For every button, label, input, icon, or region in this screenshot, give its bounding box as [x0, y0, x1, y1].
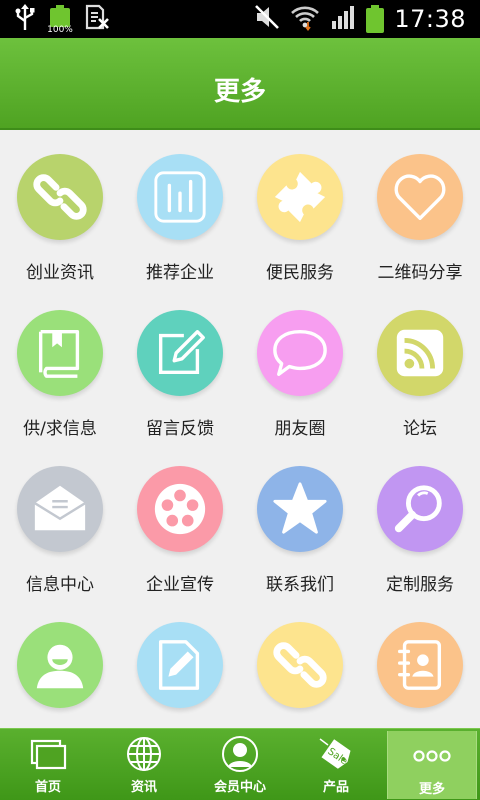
- grid-item-label: 创业资讯: [26, 263, 94, 283]
- grid-item-icon-circle: [137, 466, 223, 552]
- grid-item-icon-circle: [137, 622, 223, 708]
- magnifier-icon: [394, 485, 442, 533]
- grid-item-recommended-companies[interactable]: 推荐企业: [120, 132, 240, 288]
- wifi-icon: [290, 3, 320, 35]
- status-right-icons: 17:38: [254, 0, 466, 38]
- heart-icon: [394, 174, 446, 220]
- grid-item-label: 企业宣传: [146, 575, 214, 595]
- grid-item-icon-circle: [17, 622, 103, 708]
- grid-item-qr-share[interactable]: 二维码分享: [360, 132, 480, 288]
- grid-item-startup-news[interactable]: 创业资讯: [0, 132, 120, 288]
- status-left-icons: 100%: [14, 3, 110, 35]
- bar-chart-icon: [154, 171, 206, 223]
- grid-item-contacts[interactable]: [360, 600, 480, 728]
- page-title: 更多: [213, 77, 266, 107]
- tab-more[interactable]: 更多: [387, 731, 477, 799]
- globe-icon: [127, 737, 161, 771]
- grid-item-public-services[interactable]: 便民服务: [240, 132, 360, 288]
- tab-news[interactable]: 资讯: [96, 729, 192, 800]
- rss-icon: [396, 329, 444, 377]
- grid-item-icon-circle: [257, 622, 343, 708]
- grid-item-label: 推荐企业: [146, 263, 214, 283]
- grid-item-icon-circle: [377, 622, 463, 708]
- envelope-icon: [34, 485, 86, 531]
- more-dots-icon: [413, 750, 451, 762]
- grid-item-icon-circle: [17, 466, 103, 552]
- grid-item-label: 留言反馈: [146, 419, 214, 439]
- grid-item-info-center[interactable]: 信息中心: [0, 444, 120, 600]
- grid-item-icon-circle: [377, 466, 463, 552]
- tab-member-center[interactable]: 会员中心: [192, 729, 288, 800]
- signal-icon: [330, 3, 356, 35]
- grid-item-feedback[interactable]: 留言反馈: [120, 288, 240, 444]
- battery-charging-icon: 100%: [47, 5, 73, 35]
- tab-label: 会员中心: [213, 780, 266, 795]
- tab-label: 更多: [418, 782, 445, 797]
- grid-item-icon-circle: [137, 154, 223, 240]
- book-icon: [38, 330, 80, 378]
- grid-item-document[interactable]: [120, 600, 240, 728]
- tab-label: 首页: [34, 780, 61, 795]
- grid-item-icon-circle: [17, 310, 103, 396]
- home-windows-icon: [30, 739, 67, 770]
- user-icon: [36, 644, 84, 689]
- puzzle-icon: [274, 171, 326, 223]
- speech-bubble-icon: [273, 330, 327, 376]
- chain-link-icon: [33, 174, 87, 220]
- grid-item-icon-circle: [17, 154, 103, 240]
- member-avatar-icon: [222, 736, 258, 772]
- tab-home[interactable]: 首页: [0, 729, 96, 800]
- pencil-square-icon: [158, 330, 205, 375]
- grid-item-icon-circle: [257, 310, 343, 396]
- sale-tag-icon: Sale: [319, 738, 351, 769]
- battery-icon: [366, 5, 385, 33]
- contacts-book-icon: [398, 640, 442, 690]
- feature-grid: 创业资讯 推荐企业 便民服务 二维码分享 供/求信息 留言反馈 朋友圈 论坛 信…: [0, 132, 480, 728]
- grid-item-icon-circle: [377, 310, 463, 396]
- tab-label: 产品: [322, 780, 349, 795]
- mute-icon: [254, 3, 280, 35]
- page-header: 更多: [0, 38, 480, 130]
- grid-item-contact-us[interactable]: 联系我们: [240, 444, 360, 600]
- grid-item-label: 定制服务: [386, 575, 454, 595]
- grid-item-label: 二维码分享: [377, 263, 463, 283]
- chain-link-icon: [273, 642, 327, 688]
- grid-item-icon-circle: [257, 466, 343, 552]
- grid-item-label: 朋友圈: [274, 419, 326, 439]
- film-reel-icon: [154, 483, 206, 535]
- grid-item-label: 信息中心: [26, 575, 94, 595]
- sim-icon: [84, 3, 110, 35]
- status-time: 17:38: [394, 5, 466, 33]
- star-icon: [273, 482, 327, 534]
- grid-item-member[interactable]: [0, 600, 120, 728]
- grid-item-link[interactable]: [240, 600, 360, 728]
- grid-item-forum[interactable]: 论坛: [360, 288, 480, 444]
- usb-icon: [14, 3, 36, 35]
- status-bar: 100% 17:38: [0, 0, 480, 38]
- battery-percent-label: 100%: [47, 25, 73, 35]
- grid-item-label: 供/求信息: [23, 419, 97, 439]
- grid-item-icon-circle: [257, 154, 343, 240]
- grid-item-label: 论坛: [403, 419, 437, 439]
- grid-item-icon-circle: [377, 154, 463, 240]
- tab-label: 资讯: [130, 780, 157, 795]
- tab-products[interactable]: Sale 产品: [288, 729, 384, 800]
- document-pen-icon: [158, 640, 200, 690]
- grid-item-supply-demand[interactable]: 供/求信息: [0, 288, 120, 444]
- grid-item-label: 联系我们: [266, 575, 334, 595]
- grid-item-icon-circle: [137, 310, 223, 396]
- bottom-tab-bar: 首页 资讯 会员中心 Sale 产品 更多: [0, 728, 480, 800]
- grid-item-label: 便民服务: [266, 263, 334, 283]
- grid-item-company-promo[interactable]: 企业宣传: [120, 444, 240, 600]
- grid-item-friends-circle[interactable]: 朋友圈: [240, 288, 360, 444]
- grid-item-custom-service[interactable]: 定制服务: [360, 444, 480, 600]
